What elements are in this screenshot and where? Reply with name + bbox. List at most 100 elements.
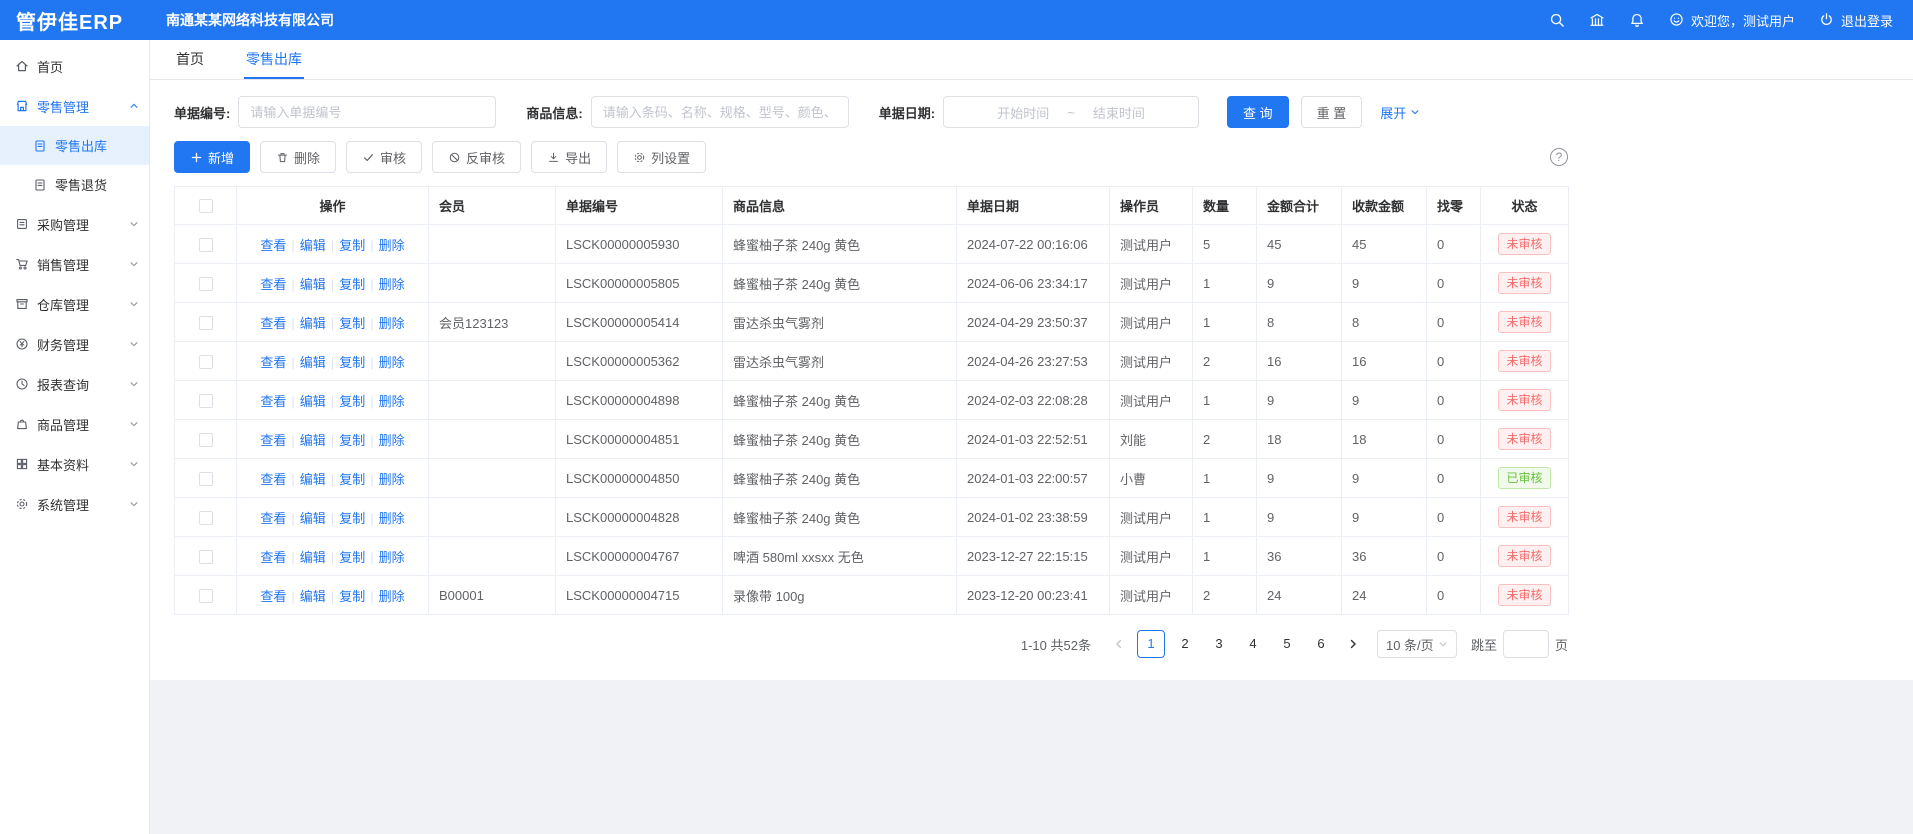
next-page-icon[interactable] bbox=[1341, 630, 1365, 658]
date-cell: 2024-01-03 22:52:51 bbox=[957, 420, 1110, 459]
delete-link[interactable]: 删除 bbox=[379, 238, 405, 253]
delete-link[interactable]: 删除 bbox=[379, 433, 405, 448]
copy-link[interactable]: 复制 bbox=[339, 394, 365, 409]
view-link[interactable]: 查看 bbox=[260, 472, 286, 487]
row-checkbox[interactable] bbox=[199, 433, 213, 447]
edit-link[interactable]: 编辑 bbox=[300, 394, 326, 409]
delete-link[interactable]: 删除 bbox=[379, 355, 405, 370]
sidebar-item-retail-return[interactable]: 零售退货 bbox=[0, 165, 149, 204]
bank-icon[interactable] bbox=[1589, 12, 1605, 28]
select-all-checkbox[interactable] bbox=[199, 199, 213, 213]
row-checkbox[interactable] bbox=[199, 238, 213, 252]
change-cell: 0 bbox=[1427, 420, 1481, 459]
sidebar-item-basic[interactable]: 基本资料 bbox=[0, 444, 149, 484]
edit-link[interactable]: 编辑 bbox=[300, 589, 326, 604]
row-checkbox[interactable] bbox=[199, 511, 213, 525]
prev-page-icon[interactable] bbox=[1107, 630, 1131, 658]
add-button[interactable]: 新增 bbox=[174, 141, 250, 173]
copy-link[interactable]: 复制 bbox=[339, 589, 365, 604]
row-checkbox[interactable] bbox=[199, 355, 213, 369]
view-link[interactable]: 查看 bbox=[260, 394, 286, 409]
row-checkbox[interactable] bbox=[199, 394, 213, 408]
view-link[interactable]: 查看 bbox=[260, 550, 286, 565]
delete-link[interactable]: 删除 bbox=[379, 277, 405, 292]
edit-link[interactable]: 编辑 bbox=[300, 238, 326, 253]
bill-no-input[interactable] bbox=[238, 96, 496, 128]
search-button[interactable]: 查 询 bbox=[1227, 96, 1289, 128]
jump-page-input[interactable] bbox=[1503, 630, 1549, 658]
edit-link[interactable]: 编辑 bbox=[300, 550, 326, 565]
row-checkbox[interactable] bbox=[199, 589, 213, 603]
view-link[interactable]: 查看 bbox=[260, 238, 286, 253]
view-link[interactable]: 查看 bbox=[260, 355, 286, 370]
separator: | bbox=[291, 238, 294, 253]
tab-home[interactable]: 首页 bbox=[174, 40, 206, 79]
audit-button[interactable]: 审核 bbox=[346, 141, 422, 173]
view-link[interactable]: 查看 bbox=[260, 277, 286, 292]
page-size-select[interactable]: 10 条/页 bbox=[1377, 630, 1457, 658]
delete-link[interactable]: 删除 bbox=[379, 472, 405, 487]
copy-link[interactable]: 复制 bbox=[339, 550, 365, 565]
copy-link[interactable]: 复制 bbox=[339, 472, 365, 487]
page-number[interactable]: 3 bbox=[1205, 630, 1233, 658]
delete-button[interactable]: 删除 bbox=[260, 141, 336, 173]
sidebar-item-home[interactable]: 首页 bbox=[0, 46, 149, 86]
edit-link[interactable]: 编辑 bbox=[300, 511, 326, 526]
bell-icon[interactable] bbox=[1629, 12, 1645, 28]
sidebar-item-warehouse[interactable]: 仓库管理 bbox=[0, 284, 149, 324]
member-cell bbox=[429, 264, 556, 303]
row-checkbox[interactable] bbox=[199, 472, 213, 486]
page-number[interactable]: 4 bbox=[1239, 630, 1267, 658]
delete-link[interactable]: 删除 bbox=[379, 511, 405, 526]
expand-toggle[interactable]: 展开 bbox=[1380, 103, 1420, 122]
sidebar-item-sales[interactable]: 销售管理 bbox=[0, 244, 149, 284]
bill-table: 操作 会员 单据编号 商品信息 单据日期 操作员 数量 金额合计 收款金额 找零… bbox=[174, 186, 1569, 615]
view-link[interactable]: 查看 bbox=[260, 511, 286, 526]
edit-link[interactable]: 编辑 bbox=[300, 355, 326, 370]
separator: | bbox=[370, 316, 373, 331]
copy-link[interactable]: 复制 bbox=[339, 238, 365, 253]
goods-info-input[interactable] bbox=[591, 96, 849, 128]
copy-link[interactable]: 复制 bbox=[339, 355, 365, 370]
view-link[interactable]: 查看 bbox=[260, 589, 286, 604]
user-menu[interactable]: 欢迎您，测试用户 bbox=[1669, 11, 1795, 30]
edit-link[interactable]: 编辑 bbox=[300, 433, 326, 448]
help-icon[interactable]: ? bbox=[1550, 148, 1568, 166]
page-number[interactable]: 6 bbox=[1307, 630, 1335, 658]
edit-link[interactable]: 编辑 bbox=[300, 277, 326, 292]
delete-link[interactable]: 删除 bbox=[379, 394, 405, 409]
sidebar-item-finance[interactable]: 财务管理 bbox=[0, 324, 149, 364]
copy-link[interactable]: 复制 bbox=[339, 433, 365, 448]
date-range-picker[interactable]: 开始时间 ~ 结束时间 bbox=[943, 96, 1199, 128]
sidebar-item-report[interactable]: 报表查询 bbox=[0, 364, 149, 404]
page-number[interactable]: 1 bbox=[1137, 630, 1165, 658]
logout-button[interactable]: 退出登录 bbox=[1819, 11, 1893, 30]
sidebar-item-retail-out[interactable]: 零售出库 bbox=[0, 126, 149, 165]
reset-button[interactable]: 重 置 bbox=[1301, 96, 1363, 128]
page-number[interactable]: 2 bbox=[1171, 630, 1199, 658]
view-link[interactable]: 查看 bbox=[260, 316, 286, 331]
row-checkbox[interactable] bbox=[199, 316, 213, 330]
view-link[interactable]: 查看 bbox=[260, 433, 286, 448]
delete-link[interactable]: 删除 bbox=[379, 550, 405, 565]
export-button[interactable]: 导出 bbox=[531, 141, 607, 173]
edit-link[interactable]: 编辑 bbox=[300, 316, 326, 331]
sidebar-item-retail[interactable]: 零售管理 bbox=[0, 86, 149, 126]
sidebar-item-purchase[interactable]: 采购管理 bbox=[0, 204, 149, 244]
row-checkbox[interactable] bbox=[199, 550, 213, 564]
sidebar-item-system[interactable]: 系统管理 bbox=[0, 484, 149, 524]
delete-link[interactable]: 删除 bbox=[379, 316, 405, 331]
copy-link[interactable]: 复制 bbox=[339, 316, 365, 331]
sidebar-item-goods[interactable]: 商品管理 bbox=[0, 404, 149, 444]
unaudit-button[interactable]: 反审核 bbox=[432, 141, 521, 173]
edit-link[interactable]: 编辑 bbox=[300, 472, 326, 487]
change-cell: 0 bbox=[1427, 459, 1481, 498]
search-icon[interactable] bbox=[1549, 12, 1565, 28]
delete-link[interactable]: 删除 bbox=[379, 589, 405, 604]
row-checkbox[interactable] bbox=[199, 277, 213, 291]
column-settings-button[interactable]: 列设置 bbox=[617, 141, 706, 173]
copy-link[interactable]: 复制 bbox=[339, 277, 365, 292]
copy-link[interactable]: 复制 bbox=[339, 511, 365, 526]
page-number[interactable]: 5 bbox=[1273, 630, 1301, 658]
tab-retail-out[interactable]: 零售出库 bbox=[244, 40, 304, 79]
